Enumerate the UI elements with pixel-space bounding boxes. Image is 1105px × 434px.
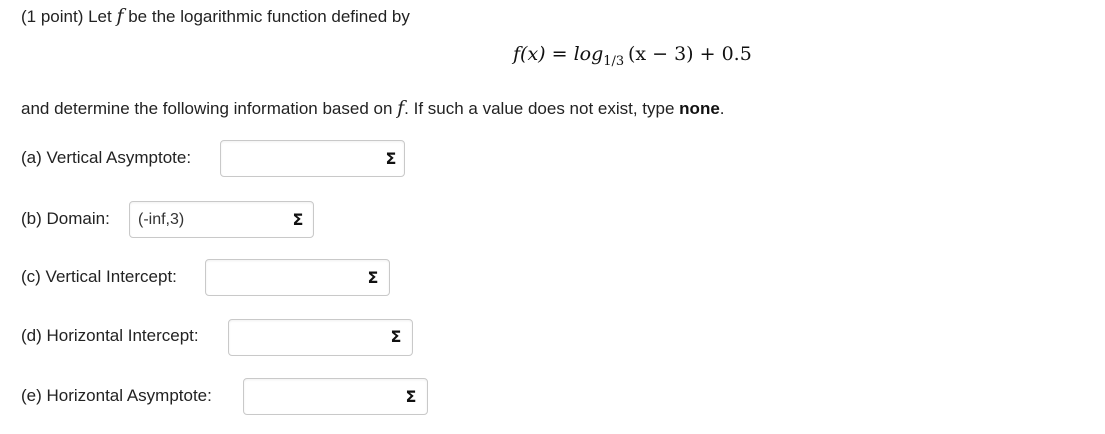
function-formula: f(x) = log1/3 (x − 3) + 0.5 (513, 43, 752, 69)
instruction-mid: . If such a value does not exist, type (404, 99, 680, 118)
sigma-icon[interactable]: Σ (383, 326, 409, 348)
question-a-label: (a) Vertical Asymptote: (21, 148, 192, 167)
question-e-label: (e) Horizontal Asymptote: (21, 386, 212, 405)
question-b-label: (b) Domain: (21, 209, 110, 228)
intro-suffix: be the logarithmic function defined by (123, 7, 410, 26)
formula-lhs: f(x) = log (513, 43, 604, 65)
formula-log-base: 1/3 (603, 54, 625, 69)
instructions: and determine the following information … (21, 97, 725, 119)
question-d-label: (d) Horizontal Intercept: (21, 326, 199, 345)
instruction-keyword: none (679, 99, 720, 118)
sigma-icon[interactable]: Σ (378, 148, 404, 170)
problem-intro: (1 point) Let f be the logarithmic funct… (21, 5, 410, 27)
sigma-icon[interactable]: Σ (360, 267, 386, 289)
intro-prefix: (1 point) Let (21, 7, 117, 26)
function-name: f (116, 5, 124, 27)
instruction-prefix: and determine the following information … (21, 99, 398, 118)
question-c-label: (c) Vertical Intercept: (21, 267, 177, 286)
formula-rhs: (x − 3) + 0.5 (627, 43, 752, 65)
sigma-icon[interactable]: Σ (285, 209, 311, 231)
instruction-end: . (719, 99, 725, 118)
sigma-icon[interactable]: Σ (398, 386, 424, 408)
